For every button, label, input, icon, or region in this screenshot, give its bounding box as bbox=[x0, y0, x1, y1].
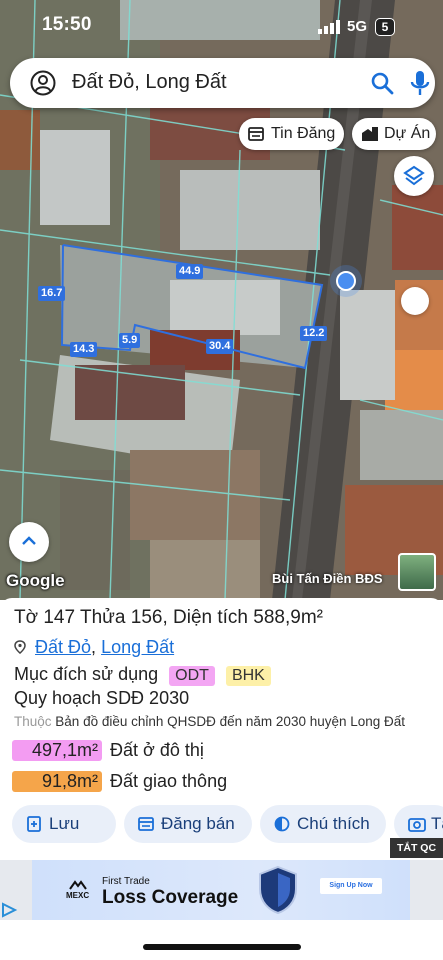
ad-subtitle: First Trade bbox=[102, 876, 150, 887]
parcel-address: Đất Đỏ, Long Đất bbox=[14, 637, 174, 658]
dimension-label: 5.9 bbox=[119, 333, 141, 348]
projects-chip[interactable]: Dự Án bbox=[352, 118, 436, 150]
area-row-urban: 497,1m² Đất ở đô thị bbox=[12, 740, 204, 761]
ad-cta-button[interactable]: Sign Up Now bbox=[320, 878, 382, 894]
land-use-badge: ODT bbox=[169, 666, 215, 686]
ad-choices-icon[interactable] bbox=[0, 902, 18, 918]
area-row-traffic: 91,8m² Đất giao thông bbox=[12, 771, 227, 792]
bookmark-add-icon bbox=[27, 816, 41, 832]
parcel-info-panel: Tờ 147 Thửa 156, Diện tích 588,9m² Đất Đ… bbox=[0, 598, 443, 860]
compass-button[interactable] bbox=[401, 287, 429, 315]
mexc-logo-icon bbox=[68, 880, 87, 890]
projects-chip-label: Dự Án bbox=[384, 125, 431, 142]
map-view[interactable]: 15:50 5G 5 Đất Đỏ, Long Đất Tin Đăng Dự … bbox=[0, 0, 443, 600]
home-indicator[interactable] bbox=[143, 944, 301, 950]
ad-brand-logo: MEXC bbox=[66, 880, 89, 900]
ad-headline: Loss Coverage bbox=[102, 887, 239, 908]
close-ad-button[interactable]: TẮT QC bbox=[390, 838, 443, 858]
author-name: Bùi Tấn Điền BĐS bbox=[272, 571, 383, 586]
area-value: 497,1m² bbox=[12, 740, 102, 761]
chevron-up-icon bbox=[22, 536, 36, 545]
ad-banner[interactable]: MEXC First Trade Loss Coverage Sign Up N… bbox=[0, 860, 443, 920]
google-logo: Google bbox=[6, 571, 65, 590]
dimension-label: 30.4 bbox=[206, 339, 234, 354]
status-time: 15:50 bbox=[42, 14, 92, 35]
area-label: Đất ở đô thị bbox=[110, 740, 204, 760]
building-icon bbox=[362, 127, 378, 141]
account-icon[interactable] bbox=[30, 70, 56, 96]
district-link[interactable]: Đất Đỏ bbox=[35, 637, 91, 657]
listings-icon bbox=[248, 127, 264, 141]
post-sale-button[interactable]: Đăng bán bbox=[124, 805, 252, 843]
listings-chip-label: Tin Đăng bbox=[271, 125, 336, 142]
dimension-label: 44.9 bbox=[176, 264, 204, 279]
dimension-label: 14.3 bbox=[70, 342, 98, 357]
layers-icon bbox=[403, 165, 425, 186]
battery-icon: 5 bbox=[375, 18, 395, 36]
expand-up-button[interactable] bbox=[9, 522, 49, 562]
search-input[interactable]: Đất Đỏ, Long Đất bbox=[72, 71, 227, 94]
legend-button[interactable]: Chú thích bbox=[260, 805, 386, 843]
contrast-icon bbox=[274, 816, 290, 832]
ad-creative[interactable]: MEXC First Trade Loss Coverage Sign Up N… bbox=[32, 860, 410, 920]
planning-title: Quy hoạch SDĐ 2030 bbox=[14, 688, 190, 708]
microphone-icon[interactable] bbox=[408, 70, 432, 96]
dimension-label: 16.7 bbox=[38, 286, 66, 301]
dimension-label: 12.2 bbox=[300, 326, 328, 341]
parcel-title: Tờ 147 Thửa 156, Diện tích 588,9m² bbox=[14, 607, 323, 628]
listings-chip[interactable]: Tin Đăng bbox=[239, 118, 344, 150]
area-value: 91,8m² bbox=[12, 771, 102, 792]
status-bar: 15:50 5G 5 bbox=[0, 0, 443, 52]
layers-button[interactable] bbox=[394, 156, 434, 196]
signal-icon bbox=[318, 20, 340, 34]
camera-icon bbox=[408, 818, 426, 832]
land-use-badge: BHK bbox=[225, 666, 271, 686]
author-avatar[interactable] bbox=[398, 553, 436, 591]
area-label: Đất giao thông bbox=[110, 771, 228, 791]
listing-icon bbox=[138, 817, 154, 831]
planning-source: Thuộc Bản đồ điều chỉnh QHSDĐ đến năm 20… bbox=[14, 714, 406, 729]
shield-icon bbox=[259, 865, 297, 915]
search-icon[interactable] bbox=[370, 71, 394, 95]
province-link[interactable]: Long Đất bbox=[101, 637, 174, 657]
current-location-marker bbox=[336, 271, 356, 291]
search-bar[interactable]: Đất Đỏ, Long Đất bbox=[10, 58, 435, 108]
network-type: 5G bbox=[347, 18, 368, 35]
save-button[interactable]: Lưu bbox=[12, 805, 116, 843]
location-pin-icon bbox=[14, 640, 26, 654]
land-use-purpose: Mục đích sử dụng ODT BHK bbox=[14, 664, 271, 686]
